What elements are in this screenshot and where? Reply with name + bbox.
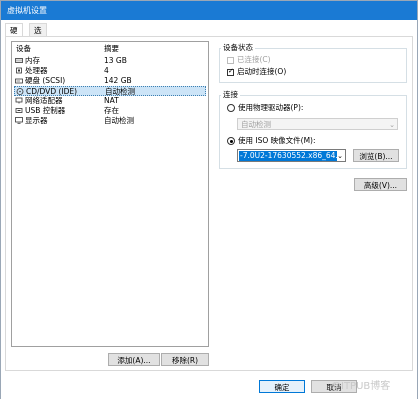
- harddisk-icon: [15, 78, 23, 84]
- tab-hardware[interactable]: 硬件: [5, 23, 23, 48]
- memory-icon: [15, 58, 23, 63]
- network-icon: [15, 97, 23, 104]
- device-summary: NAT: [104, 96, 119, 105]
- physical-drive-value: 自动检测: [241, 120, 271, 129]
- title-bar: 虚拟机设置: [1, 1, 417, 20]
- device-summary: 自动检测: [104, 116, 134, 125]
- cdrom-icon: [16, 88, 24, 95]
- device-row-memory[interactable]: 内存 13 GB: [14, 56, 206, 66]
- advanced-button[interactable]: 高级(V)...: [354, 178, 407, 191]
- check-icon: ✓: [228, 67, 234, 75]
- watermark: @ITPUB博客: [331, 381, 391, 392]
- device-row-display[interactable]: 显示器 自动检测: [14, 116, 206, 126]
- physical-drive-select[interactable]: 自动检测 ⌄: [237, 118, 398, 130]
- device-row-network[interactable]: 网络适配器 NAT: [14, 96, 206, 106]
- device-status-title: 设备状态: [221, 42, 255, 53]
- device-status-group: [219, 48, 407, 83]
- device-name: 硬盘 (SCSI): [25, 76, 66, 85]
- display-icon: [15, 117, 23, 124]
- device-row-usb[interactable]: USB 控制器 存在: [14, 106, 206, 116]
- device-summary: 4: [104, 66, 109, 75]
- connect-at-power-on-checkbox[interactable]: ✓: [227, 67, 234, 76]
- connection-title: 连接: [221, 89, 240, 100]
- device-name: 内存: [25, 56, 40, 65]
- device-name: USB 控制器: [25, 106, 66, 115]
- iso-image-path-value: -7.0U2-17630552.x86_64.iso: [239, 151, 337, 161]
- add-device-button[interactable]: 添加(A)...: [108, 353, 160, 366]
- connect-at-power-on-label: 启动时连接(O): [237, 67, 287, 76]
- connected-label: 已连接(C): [237, 55, 271, 64]
- column-header-summary[interactable]: 摘要: [104, 44, 119, 54]
- device-name: 处理器: [25, 66, 48, 75]
- remove-device-button[interactable]: 移除(R): [161, 353, 209, 366]
- device-row-harddisk[interactable]: 硬盘 (SCSI) 142 GB: [14, 76, 206, 86]
- connected-checkbox[interactable]: [227, 57, 234, 64]
- physical-drive-label: 使用物理驱动器(P):: [238, 103, 304, 112]
- radio-dot-icon: [229, 139, 233, 143]
- chevron-down-icon: ⌄: [389, 121, 395, 129]
- vm-settings-window: 虚拟机设置 硬件 选项 设备 摘要 内存 13 GB 处理器 4 硬盘 (SCS…: [0, 0, 418, 400]
- column-header-device[interactable]: 设备: [16, 44, 31, 54]
- window-title: 虚拟机设置: [7, 6, 47, 15]
- device-list[interactable]: 设备 摘要 内存 13 GB 处理器 4 硬盘 (SCSI) 142 GB CD…: [11, 41, 209, 347]
- device-summary: 13 GB: [104, 56, 127, 65]
- chevron-down-icon[interactable]: ⌄: [336, 151, 344, 161]
- device-summary: 142 GB: [104, 76, 132, 85]
- device-list-header: 设备 摘要: [14, 44, 204, 54]
- usb-icon: [15, 108, 23, 113]
- iso-image-path-input[interactable]: -7.0U2-17630552.x86_64.iso ⌄: [237, 149, 346, 162]
- iso-image-label: 使用 ISO 映像文件(M):: [238, 136, 316, 145]
- device-summary: 存在: [104, 106, 119, 115]
- physical-drive-radio[interactable]: [227, 104, 235, 112]
- iso-image-radio[interactable]: [227, 137, 235, 145]
- processor-icon: [16, 67, 22, 74]
- ok-button[interactable]: 确定: [259, 380, 305, 393]
- browse-button[interactable]: 浏览(B)...: [353, 149, 399, 162]
- device-name: 显示器: [25, 116, 48, 125]
- device-row-cdrom[interactable]: CD/DVD (IDE) 自动检测: [14, 86, 206, 96]
- device-name: 网络适配器: [25, 96, 63, 105]
- device-row-processor[interactable]: 处理器 4: [14, 66, 206, 76]
- tab-options[interactable]: 选项: [29, 23, 47, 48]
